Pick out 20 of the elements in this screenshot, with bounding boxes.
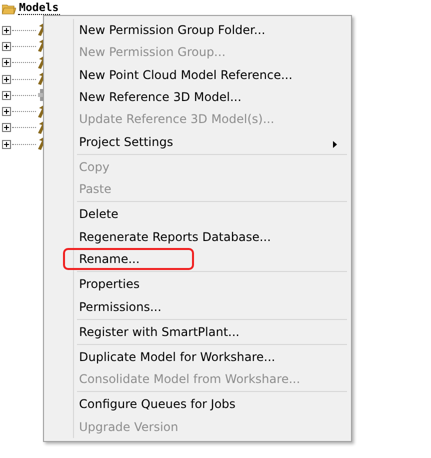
expand-toggle[interactable]: [2, 123, 11, 132]
menu-item[interactable]: New Permission Group Folder...: [63, 19, 349, 42]
menu-item[interactable]: Permissions...: [63, 295, 349, 318]
expand-toggle[interactable]: [2, 42, 11, 51]
expand-toggle[interactable]: [2, 90, 11, 100]
menu-item[interactable]: Configure Queues for Jobs: [63, 393, 349, 416]
expand-toggle[interactable]: [2, 107, 11, 116]
menu-item[interactable]: Rename...: [63, 248, 194, 270]
menu-item[interactable]: New Point Cloud Model Reference...: [63, 64, 349, 86]
menu-item[interactable]: Project Settings: [63, 130, 349, 153]
expand-toggle[interactable]: [2, 140, 11, 149]
menu-item[interactable]: Delete: [63, 203, 349, 226]
menu-item[interactable]: Properties: [63, 273, 349, 296]
menu-item[interactable]: Regenerate Reports Database...: [63, 226, 349, 248]
menu-item[interactable]: New Reference 3D Model...: [63, 86, 349, 108]
menu-item[interactable]: Duplicate Model for Workshare...: [63, 346, 349, 368]
expand-toggle[interactable]: [2, 26, 11, 35]
expand-toggle[interactable]: [2, 58, 11, 68]
expand-toggle[interactable]: [2, 74, 11, 84]
menu-item[interactable]: Register with SmartPlant...: [63, 320, 349, 343]
